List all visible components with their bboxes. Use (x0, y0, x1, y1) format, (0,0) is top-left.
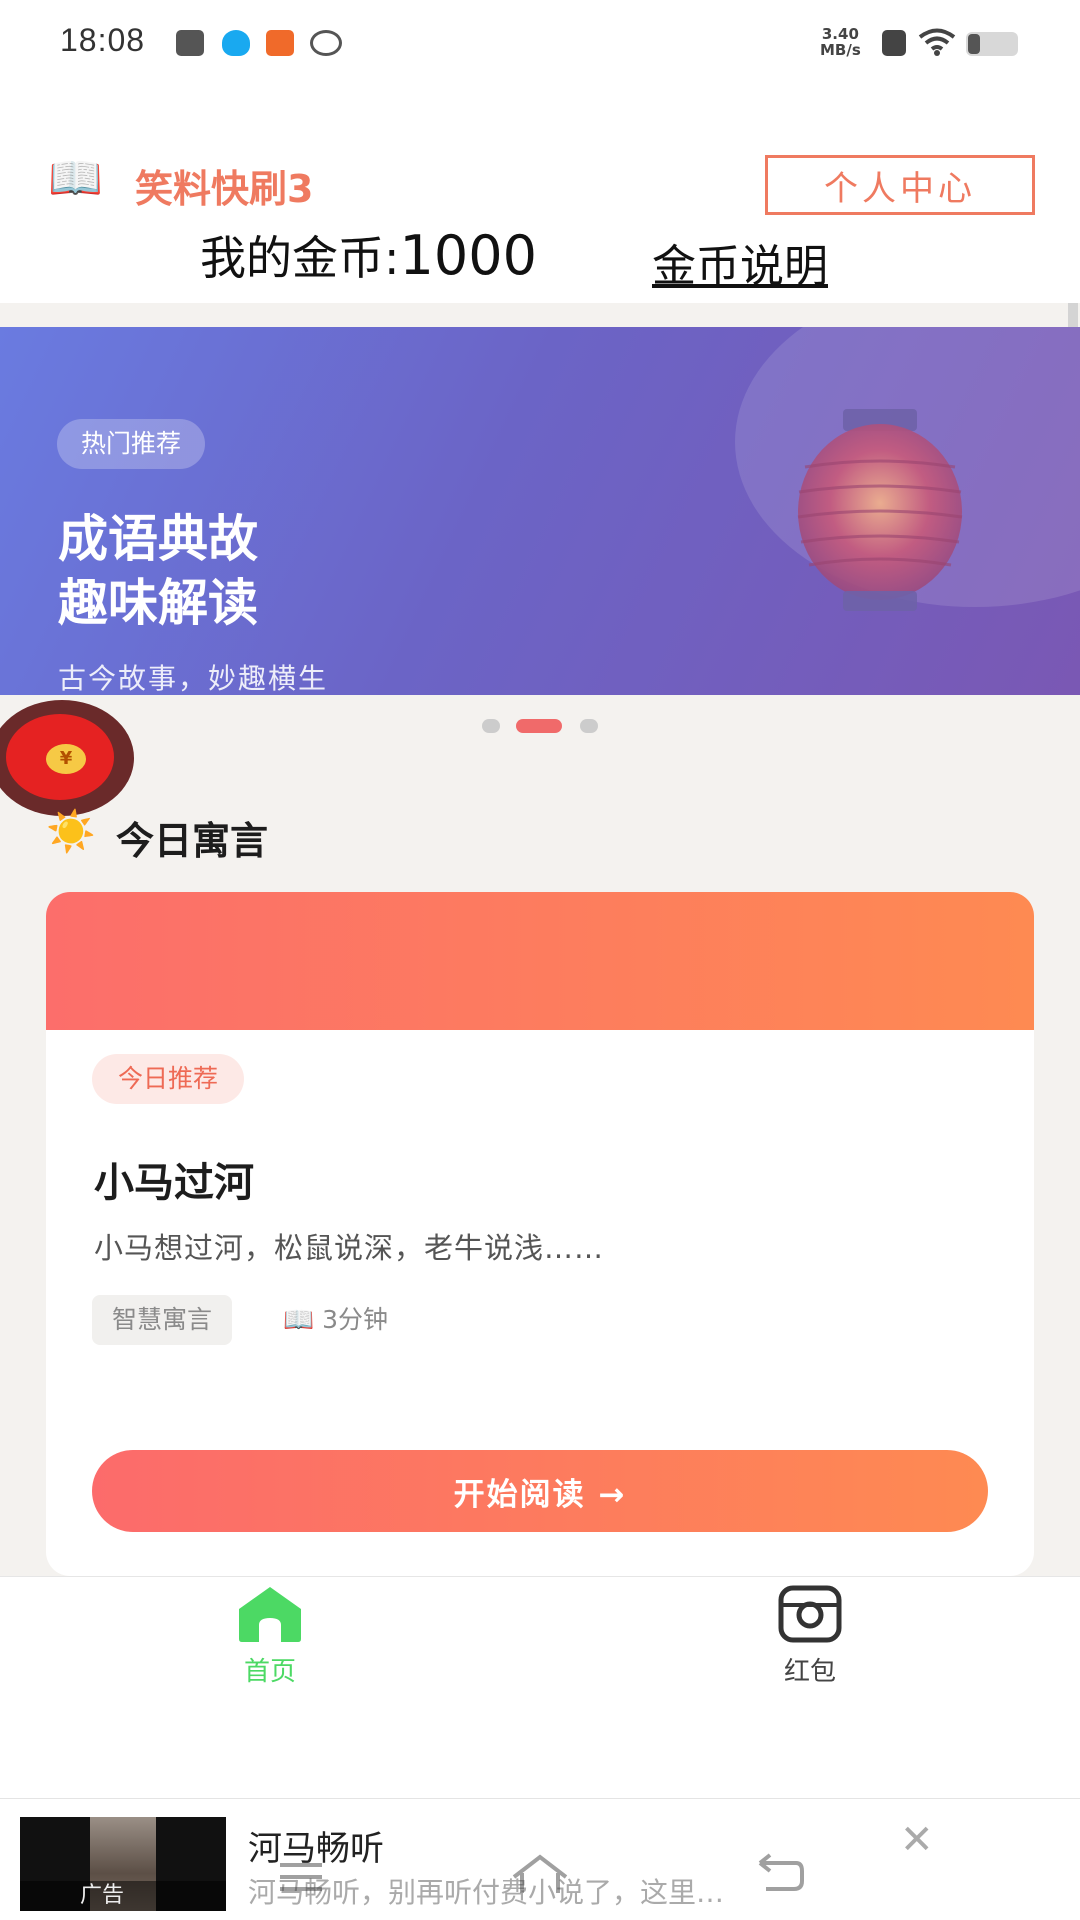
ad-badge: 广告 (20, 1881, 226, 1911)
nav-item-home[interactable]: 首页 (200, 1585, 340, 1688)
ad-thumbnail: 广告 (20, 1817, 226, 1911)
ad-banner[interactable]: 广告 河马畅听 河马畅听，别再听付费小说了，这里… ✕ (0, 1798, 1080, 1920)
coin-info-link[interactable]: 金币说明 (652, 230, 828, 294)
sim-off-icon (882, 30, 906, 56)
home-nav-icon[interactable] (510, 1851, 570, 1895)
nav-label-red-packet: 红包 (783, 1657, 836, 1687)
camera-icon (778, 1585, 842, 1643)
app-title: 笑料快刷3 (135, 167, 314, 211)
planet-notification-icon (310, 30, 342, 56)
carousel-dot[interactable] (482, 719, 500, 733)
wifi-icon (918, 28, 956, 56)
coin-balance: 我的金币:1000 (200, 222, 537, 288)
coin-icon: ¥ (46, 744, 86, 774)
banner-subtitle: 古今故事，妙趣横生 (58, 662, 329, 695)
coin-balance-label: 我的金币: (200, 231, 400, 285)
qq-notification-icon (222, 30, 250, 56)
carousel-dot-active[interactable] (516, 719, 562, 733)
category-chip: 智慧寓言 (92, 1295, 233, 1345)
story-title: 小马过河 (94, 1160, 254, 1206)
story-excerpt: 小马想过河，松鼠说深，老牛说浅…… (94, 1231, 605, 1265)
carousel-dot[interactable] (580, 719, 598, 733)
close-icon[interactable]: ✕ (900, 1817, 934, 1863)
banner-title: 成语典故 趣味解读 (58, 507, 258, 635)
vivo-notification-icon (176, 30, 204, 56)
bottom-navigation: 首页 红包 (0, 1576, 1080, 1798)
coin-balance-value: 1000 (399, 224, 537, 287)
recommend-tag: 今日推荐 (92, 1054, 245, 1104)
battery-icon (966, 32, 1018, 56)
banner-title-line1: 成语典故 (58, 510, 258, 568)
app-notification-icon (266, 30, 294, 56)
banner-tag: 热门推荐 (57, 419, 206, 469)
back-icon[interactable] (752, 1853, 806, 1895)
status-bar: 18:08 3.40 MB/s (0, 0, 1080, 90)
story-card[interactable]: 今日推荐 小马过河 小马想过河，松鼠说深，老牛说浅…… 智慧寓言 📖 3分钟 开… (46, 892, 1034, 1576)
red-packet-icon: ¥ (6, 714, 114, 800)
card-header-gradient (46, 892, 1034, 1030)
lantern-icon (797, 409, 963, 611)
network-speed: 3.40 MB/s (820, 26, 861, 58)
nav-label-home: 首页 (243, 1657, 296, 1687)
nav-item-red-packet[interactable]: 红包 (740, 1585, 880, 1688)
read-time: 📖 3分钟 (283, 1305, 388, 1334)
floating-red-packet-button[interactable]: ¥ (0, 700, 134, 816)
status-time: 18:08 (60, 22, 146, 58)
banner-title-line2: 趣味解读 (58, 574, 258, 632)
promo-banner[interactable]: 热门推荐 成语典故 趣味解读 古今故事，妙趣横生 (0, 327, 1080, 695)
start-reading-button[interactable]: 开始阅读 → (92, 1450, 988, 1532)
sun-icon: ☀️ (46, 809, 96, 855)
profile-center-button[interactable]: 个人中心 (765, 155, 1035, 215)
section-title: 今日寓言 (116, 819, 269, 863)
home-icon (239, 1587, 301, 1642)
network-speed-unit: MB/s (820, 41, 861, 59)
open-book-icon: 📖 (48, 153, 103, 204)
app-header: 📖 笑料快刷3 个人中心 我的金币:1000 金币说明 (0, 90, 1080, 303)
menu-icon[interactable] (276, 1857, 326, 1897)
